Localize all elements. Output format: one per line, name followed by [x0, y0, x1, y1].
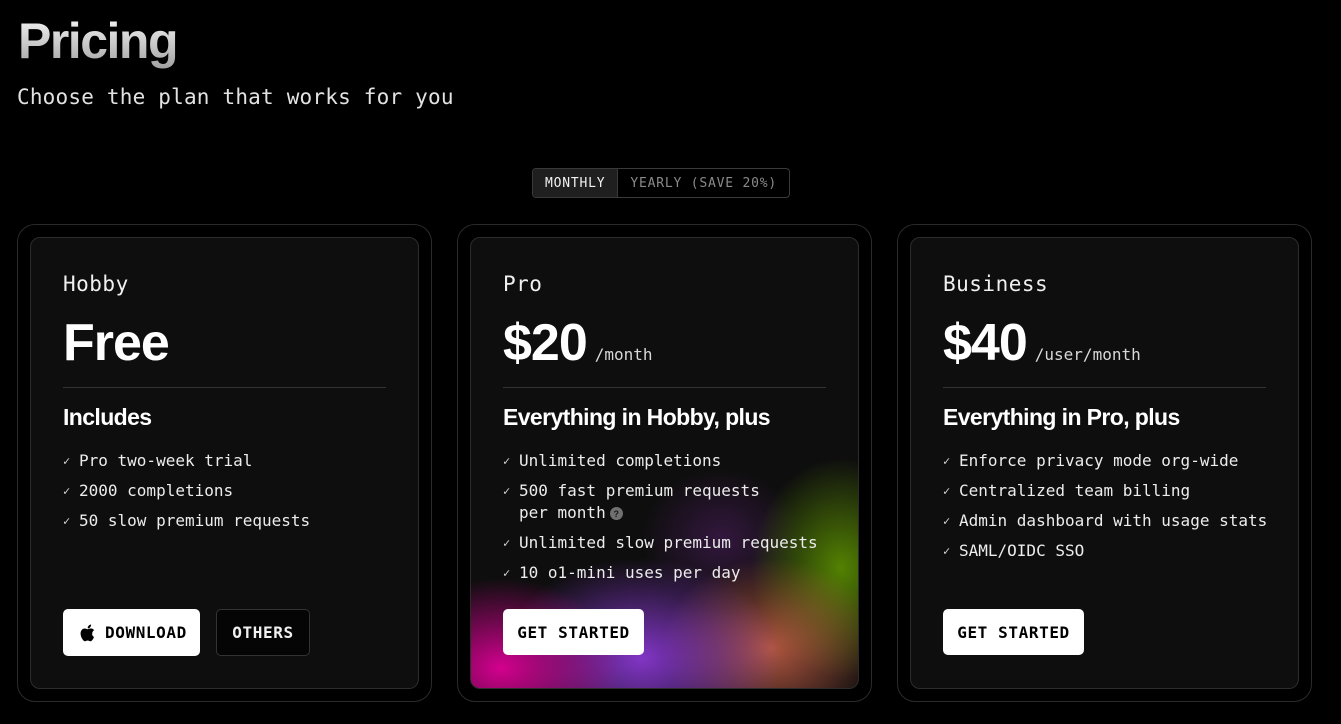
billing-period-toggle: MONTHLY YEARLY (SAVE 20%)	[532, 168, 791, 198]
check-icon: ✓	[503, 484, 511, 498]
includes-heading: Everything in Pro, plus	[943, 404, 1180, 430]
check-icon: ✓	[503, 536, 511, 550]
feature-item: ✓ Admin dashboard with usage stats	[943, 510, 1278, 532]
feature-text: 10 o1-mini uses per day	[519, 563, 741, 582]
check-icon: ✓	[943, 544, 951, 558]
plan-price: $40	[943, 314, 1028, 372]
plan-price: $20	[503, 314, 588, 372]
plan-card-hobby: Hobby Free Includes ✓ Pro two-week trial …	[17, 224, 432, 702]
divider	[503, 387, 826, 388]
plan-card-hobby-body: Hobby Free Includes ✓ Pro two-week trial …	[30, 237, 419, 689]
feature-text: Pro two-week trial	[79, 451, 253, 470]
check-icon: ✓	[63, 454, 71, 468]
apple-icon	[80, 624, 95, 641]
check-icon: ✓	[63, 484, 71, 498]
plan-card-business-body: Business $40 /user/month Everything in P…	[910, 237, 1299, 689]
plan-card-pro: Pro $20 /month Everything in Hobby, plus…	[457, 224, 872, 702]
others-button[interactable]: OTHERS	[216, 609, 310, 656]
plan-card-business: Business $40 /user/month Everything in P…	[897, 224, 1312, 702]
check-icon: ✓	[503, 566, 511, 580]
check-icon: ✓	[943, 484, 951, 498]
check-icon: ✓	[943, 514, 951, 528]
get-started-button-label: GET STARTED	[517, 622, 630, 642]
get-started-button[interactable]: GET STARTED	[943, 609, 1084, 655]
includes-heading: Includes	[63, 404, 152, 430]
feature-item: ✓ Unlimited slow premium requests	[503, 532, 838, 554]
feature-text: Centralized team billing	[959, 481, 1191, 500]
feature-item: ✓ Centralized team billing	[943, 480, 1278, 502]
get-started-button[interactable]: GET STARTED	[503, 609, 644, 655]
page-title: Pricing	[18, 10, 178, 72]
check-icon: ✓	[943, 454, 951, 468]
price-unit: /month	[594, 345, 653, 364]
info-icon[interactable]: ?	[609, 507, 623, 520]
feature-text: 500 fast premium requests per month	[519, 481, 760, 522]
others-button-label: OTHERS	[232, 623, 294, 642]
plan-price: Free	[63, 314, 170, 372]
divider	[943, 387, 1266, 388]
plan-card-pro-body: Pro $20 /month Everything in Hobby, plus…	[470, 237, 859, 689]
feature-list: ✓ Unlimited completions ✓ 500 fast premium…	[503, 450, 838, 592]
download-button-label: DOWNLOAD	[105, 623, 187, 642]
monthly-option[interactable]: MONTHLY	[533, 169, 619, 197]
get-started-button-label: GET STARTED	[957, 622, 1070, 642]
feature-item: ✓ 2000 completions	[63, 480, 398, 502]
feature-item: ✓ 50 slow premium requests	[63, 510, 398, 532]
feature-list: ✓ Enforce privacy mode org-wide ✓ Centrali…	[943, 450, 1278, 570]
feature-text: Admin dashboard with usage stats	[959, 511, 1268, 530]
plan-name: Pro	[503, 272, 543, 296]
feature-item: ✓ 500 fast premium requests per month?	[503, 480, 838, 524]
feature-text: 2000 completions	[79, 481, 234, 500]
feature-list: ✓ Pro two-week trial ✓ 2000 completions ✓ 5…	[63, 450, 398, 540]
feature-item: ✓ SAML/OIDC SSO	[943, 540, 1278, 562]
feature-item: ✓ 10 o1-mini uses per day	[503, 562, 838, 584]
feature-text: Unlimited slow premium requests	[519, 533, 818, 552]
feature-item: ✓ Unlimited completions	[503, 450, 838, 472]
feature-text: Enforce privacy mode org-wide	[959, 451, 1239, 470]
download-button[interactable]: DOWNLOAD	[63, 609, 200, 656]
price-row: Free	[63, 310, 170, 376]
price-row: $20 /month	[503, 310, 653, 376]
includes-heading: Everything in Hobby, plus	[503, 404, 771, 430]
feature-text: Unlimited completions	[519, 451, 722, 470]
plan-name: Hobby	[63, 272, 129, 296]
price-row: $40 /user/month	[943, 310, 1141, 376]
feature-item: ✓ Enforce privacy mode org-wide	[943, 450, 1278, 472]
feature-text: 50 slow premium requests	[79, 511, 311, 530]
feature-item: ✓ Pro two-week trial	[63, 450, 398, 472]
price-unit: /user/month	[1034, 345, 1141, 364]
check-icon: ✓	[503, 454, 511, 468]
page-subtitle: Choose the plan that works for you	[17, 85, 454, 109]
feature-text: SAML/OIDC SSO	[959, 541, 1085, 560]
check-icon: ✓	[63, 514, 71, 528]
yearly-option[interactable]: YEARLY (SAVE 20%)	[618, 169, 789, 197]
plan-name: Business	[943, 272, 1049, 296]
divider	[63, 387, 386, 388]
